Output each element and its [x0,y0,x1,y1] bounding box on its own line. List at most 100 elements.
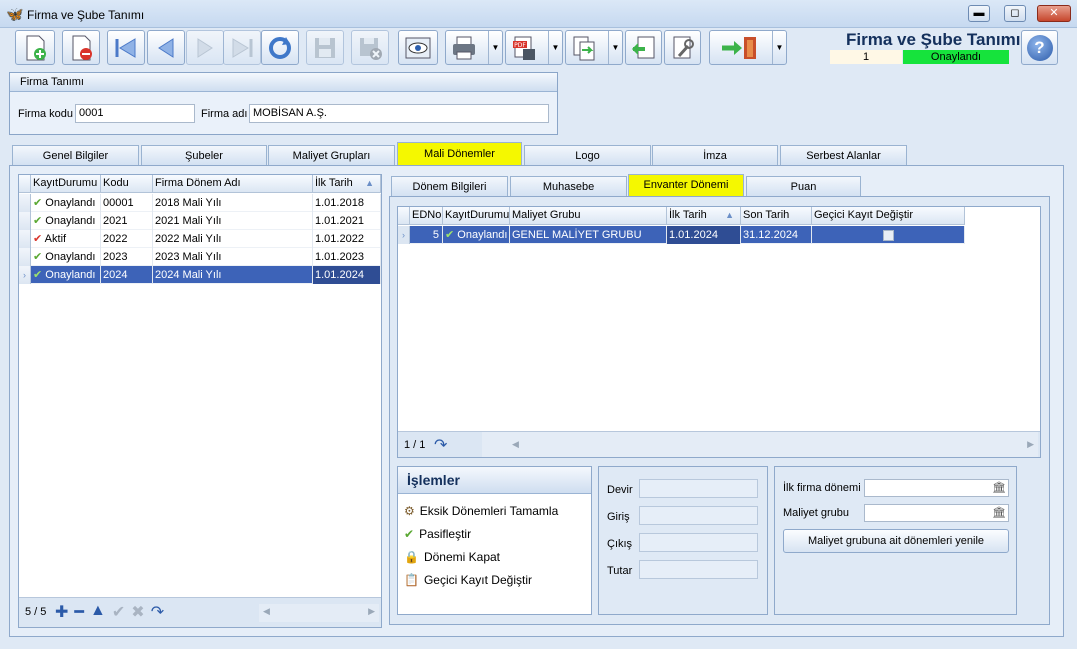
inventory-row[interactable]: › 5 ✔ Onaylandı GENEL MALİYET GRUBU 1.01… [398,226,965,244]
table-row[interactable]: ✔ Onaylandı 2023 2023 Mali Yılı 1.01.2023 [19,248,381,266]
operation-label: Eksik Dönemleri Tamamla [419,504,559,518]
cell-name: 2022 Mali Yılı [153,230,313,248]
subtab-envanter-donemi[interactable]: Envanter Dönemi [628,174,744,196]
refresh-button[interactable] [261,30,299,65]
navigator-buttons: ✚ ━ ▲ ✔ ✖ ↷ [55,602,164,622]
col-header-code[interactable]: Kodu [101,175,153,193]
scroll-right-icon: ▶ [1027,439,1034,449]
next-record-button[interactable] [186,30,224,65]
col-header-edno[interactable]: EDNo [410,207,443,225]
col-header-inv-status[interactable]: KayıtDurumu [443,207,510,225]
tab-imza[interactable]: İmza [652,145,778,165]
delete-button[interactable] [62,30,100,65]
table-row[interactable]: ✔ Onaylandı 00001 2018 Mali Yılı 1.01.2018 [19,194,381,212]
subtab-donem-bilgileri[interactable]: Dönem Bilgileri [391,176,508,196]
preview-button[interactable] [398,30,438,65]
firma-adi-input[interactable]: MOBİSAN A.Ş. [249,104,549,123]
inventory-hscrollbar[interactable]: ◀ ▶ [482,432,1038,457]
period-pager: 5 / 5 [25,606,47,618]
check-icon: ✔ [33,233,43,245]
col-header-status[interactable]: KayıtDurumu [31,175,101,193]
delete-document-icon [72,35,92,60]
firma-kodu-input[interactable]: 0001 [75,104,195,123]
app-butterfly-icon: 🦋 [6,6,24,22]
pdf-dropdown[interactable]: ▼ [548,31,562,64]
last-record-icon [232,37,253,58]
row-indicator-icon: › [23,270,26,280]
operation-item[interactable]: 🔒 Dönemi Kapat [404,550,500,564]
col-header-temp[interactable]: Geçici Kayıt Değiştir [812,207,965,225]
operations-title: İşlemler [398,467,591,494]
exit-button[interactable]: ▼ [709,30,787,65]
cell-inv-status: ✔ Onaylandı [443,226,510,244]
cell-status-text: Aktif [44,233,67,245]
close-button[interactable]: ✕ [1037,5,1071,22]
devir-field [639,479,758,498]
row-indicator [19,248,31,266]
tab-mali-donemler[interactable]: Mali Dönemler [397,142,522,165]
col-header-start[interactable]: İlk Tarih ▲ [667,207,741,225]
cancel-save-button[interactable] [351,30,389,65]
exit-dropdown[interactable]: ▼ [772,31,786,64]
temp-checkbox[interactable] [883,230,894,241]
period-hscrollbar[interactable]: ◀ ▶ [259,604,379,622]
sort-ascending-icon: ▲ [725,210,734,220]
col-header-name[interactable]: Firma Dönem Adı [153,175,313,193]
last-record-button[interactable] [223,30,261,65]
help-button[interactable]: ? [1021,30,1058,65]
first-record-button[interactable] [107,30,145,65]
ilk-firma-donemi-input[interactable]: 🏛 [864,479,1009,497]
table-row[interactable]: › ✔ Onaylandı 2024 2024 Mali Yılı 1.01.2024 [19,266,381,284]
print-button[interactable]: ▼ [445,30,503,65]
add-icon[interactable]: ✚ [55,602,68,622]
inventory-navigator: 1 / 1 ↷ ◀ ▶ [398,431,1040,457]
tab-logo[interactable]: Logo [524,145,651,165]
confirm-icon[interactable]: ✔ [112,602,125,622]
subtab-muhasebe[interactable]: Muhasebe [510,176,627,196]
tab-genel-bilgiler[interactable]: Genel Bilgiler [12,145,139,165]
remove-icon[interactable]: ━ [74,602,84,622]
transfer-button[interactable]: ▼ [565,30,623,65]
cancel-icon[interactable]: ✖ [131,602,144,622]
tools-button[interactable] [664,30,701,65]
col-header-group[interactable]: Maliyet Grubu [510,207,667,225]
new-button[interactable] [15,30,55,65]
up-icon[interactable]: ▲ [90,602,106,622]
refresh-periods-button[interactable]: Maliyet grubuna ait dönemleri yenile [783,529,1009,553]
operation-item[interactable]: ✔ Pasifleştir [404,527,471,541]
amounts-panel: Devir Giriş Çıkış Tutar [598,466,768,615]
cell-date: 1.01.2022 [313,230,381,248]
tab-subeler[interactable]: Şubeler [141,145,267,165]
col-header-date[interactable]: İlk Tarih ▲ [313,175,381,193]
lookup-icon[interactable]: 🏛 [992,505,1006,522]
col-header-end[interactable]: Son Tarih [741,207,812,225]
tab-maliyet-gruplari[interactable]: Maliyet Grupları [268,145,395,165]
cell-status-text: Onaylandı [45,269,96,281]
table-row[interactable]: ✔ Aktif 2022 2022 Mali Yılı 1.01.2022 [19,230,381,248]
cell-inv-status-text: Onaylandı [457,229,508,241]
operation-item[interactable]: 📋 Geçici Kayıt Değiştir [404,573,532,587]
inventory-refresh-button[interactable]: ↷ [434,435,447,455]
refresh-icon[interactable]: ↷ [151,602,164,622]
minimize-icon: ▬ [973,7,985,19]
grid-corner [19,175,31,193]
lookup-icon[interactable]: 🏛 [992,480,1006,497]
period-navigator: 5 / 5 ✚ ━ ▲ ✔ ✖ ↷ ◀ ▶ [19,597,381,627]
chevron-down-icon: ▼ [491,43,500,52]
pdf-export-button[interactable]: PDF ▼ [505,30,563,65]
previous-record-icon [158,37,174,58]
save-button[interactable] [306,30,344,65]
maliyet-grubu-input[interactable]: 🏛 [864,504,1009,522]
transfer-dropdown[interactable]: ▼ [608,31,622,64]
maximize-button[interactable]: ◻ [1004,5,1026,22]
previous-record-button[interactable] [147,30,185,65]
table-row[interactable]: ✔ Onaylandı 2021 2021 Mali Yılı 1.01.2021 [19,212,381,230]
operation-item[interactable]: ⚙ Eksik Dönemleri Tamamla [404,504,558,518]
tab-serbest-alanlar[interactable]: Serbest Alanlar [780,145,907,165]
subtab-puan[interactable]: Puan [746,176,861,196]
inventory-pager: 1 / 1 [404,439,426,451]
cell-temp [812,226,965,244]
minimize-button[interactable]: ▬ [968,5,990,22]
import-button[interactable] [625,30,662,65]
print-dropdown[interactable]: ▼ [488,31,502,64]
